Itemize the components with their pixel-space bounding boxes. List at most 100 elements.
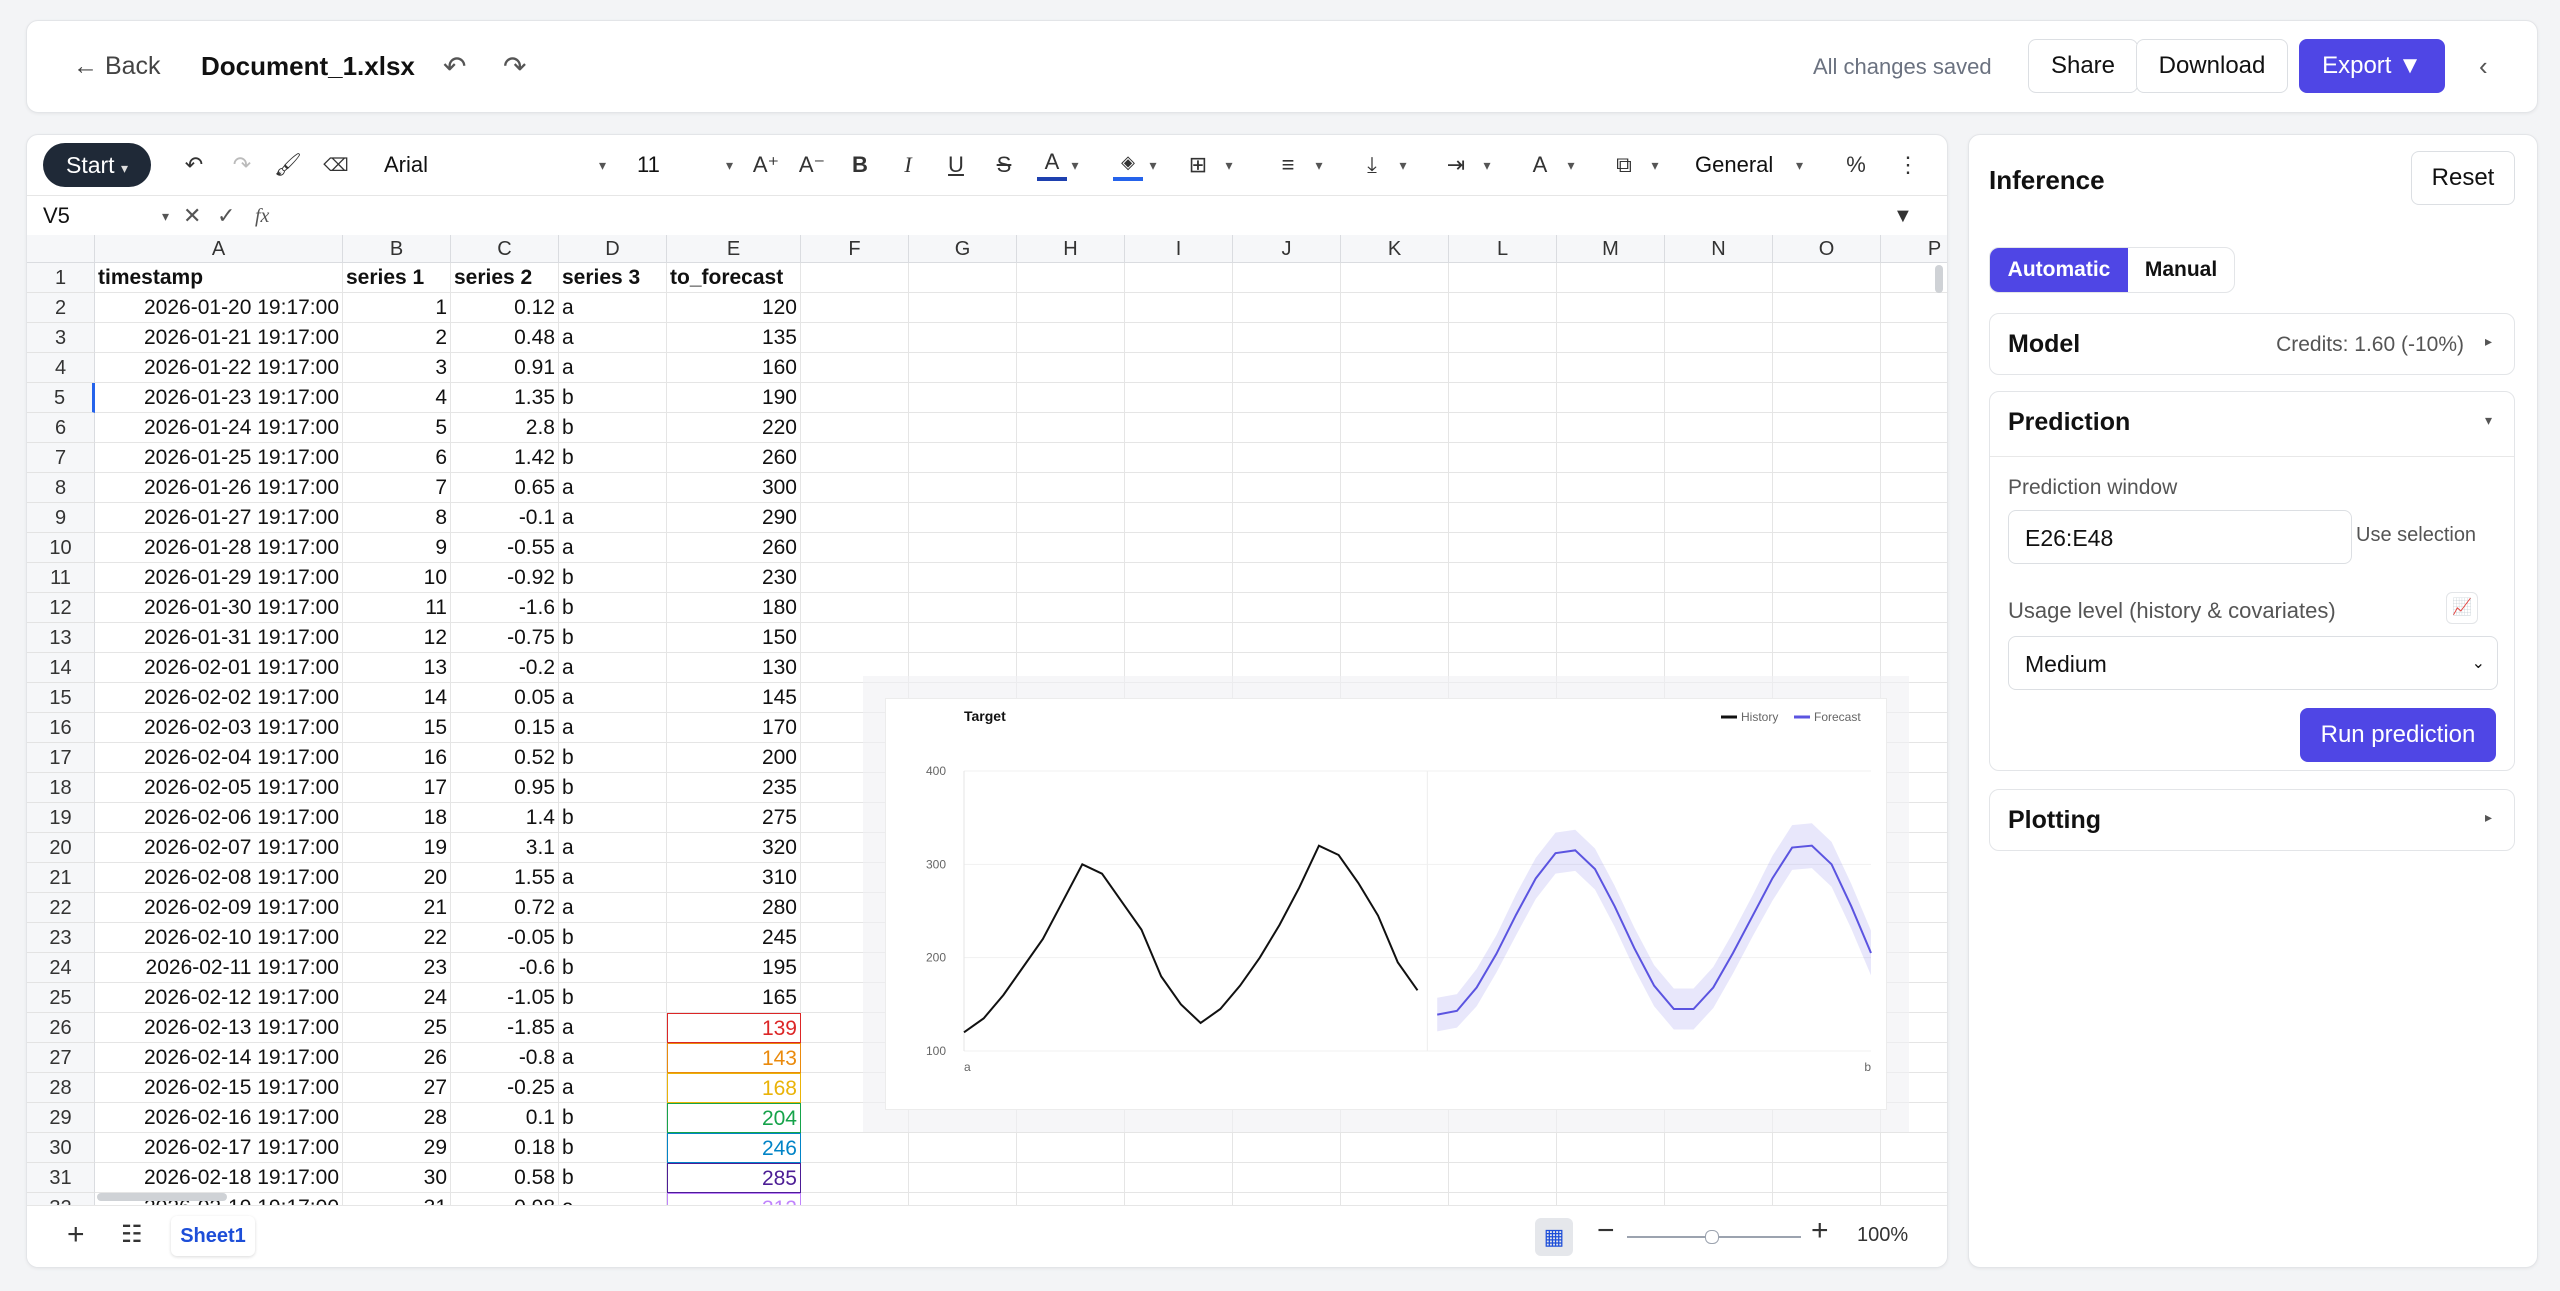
grid-cell[interactable]: 10 — [343, 563, 451, 593]
grid-cell[interactable] — [1557, 293, 1665, 323]
use-selection-button[interactable]: Use selection — [2356, 524, 2476, 547]
reset-button[interactable]: Reset — [2411, 151, 2515, 205]
grid-cell[interactable] — [1665, 323, 1773, 353]
merge-cells-icon[interactable]: ⧉ — [1607, 147, 1641, 183]
grid-cell[interactable]: 0.72 — [451, 893, 559, 923]
grid-cell[interactable]: 7 — [343, 473, 451, 503]
grid-cell[interactable]: 165 — [667, 983, 801, 1013]
grid-cell[interactable]: 230 — [667, 563, 801, 593]
grid-cell[interactable] — [1881, 593, 1947, 623]
grid-cell[interactable] — [909, 353, 1017, 383]
grid-cell[interactable]: a — [559, 473, 667, 503]
grid-cell[interactable] — [1773, 1133, 1881, 1163]
grid-cell[interactable] — [1773, 293, 1881, 323]
grid-cell[interactable] — [1557, 413, 1665, 443]
chevron-down-icon[interactable]: ▾ — [1563, 147, 1579, 183]
grid-cell[interactable]: 6 — [343, 443, 451, 473]
column-header[interactable]: H — [1017, 235, 1125, 263]
grid-cell[interactable] — [1665, 263, 1773, 293]
grid-cell[interactable]: 1 — [343, 293, 451, 323]
grid-cell[interactable]: 320 — [667, 833, 801, 863]
font-size-select[interactable]: 11 ▾ — [637, 147, 737, 183]
chevron-down-icon[interactable]: ▾ — [1221, 147, 1237, 183]
row-header[interactable]: 3 — [27, 323, 95, 353]
grid-cell[interactable]: -1.6 — [451, 593, 559, 623]
grid-cell[interactable] — [1449, 293, 1557, 323]
row-header[interactable]: 31 — [27, 1163, 95, 1193]
grid-cell[interactable] — [1665, 563, 1773, 593]
grid-cell[interactable]: 0.95 — [451, 773, 559, 803]
grid-cell[interactable] — [801, 293, 909, 323]
vertical-scrollbar[interactable] — [1935, 265, 1943, 293]
grid-cell[interactable]: 204 — [667, 1103, 801, 1133]
grid-cell[interactable] — [1881, 1043, 1947, 1073]
redo-icon[interactable]: ↷ — [225, 147, 259, 183]
grid-cell[interactable]: -1.05 — [451, 983, 559, 1013]
grid-cell[interactable] — [1449, 653, 1557, 683]
grid-cell[interactable] — [1233, 653, 1341, 683]
grid-cell[interactable] — [1773, 323, 1881, 353]
grid-cell[interactable] — [1233, 323, 1341, 353]
grid-cell[interactable] — [1881, 983, 1947, 1013]
grid-cell[interactable] — [1233, 1163, 1341, 1193]
grid-cell[interactable] — [1017, 503, 1125, 533]
collapse-panel-icon[interactable]: ‹ — [2479, 21, 2488, 112]
grid-cell[interactable] — [801, 383, 909, 413]
model-section[interactable]: Model Credits: 1.60 (-10%) ▸ — [1989, 313, 2515, 375]
grid-cell[interactable]: 1.35 — [451, 383, 559, 413]
grid-cell[interactable]: 11 — [343, 593, 451, 623]
grid-cell[interactable] — [1773, 473, 1881, 503]
grid-cell[interactable]: 170 — [667, 713, 801, 743]
grid-cell[interactable]: 143 — [667, 1043, 801, 1073]
grid-cell[interactable] — [1449, 563, 1557, 593]
grid-cell[interactable]: 2026-01-28 19:17:00 — [95, 533, 343, 563]
grid-cell[interactable] — [1017, 413, 1125, 443]
grid-cell[interactable] — [1449, 263, 1557, 293]
export-button[interactable]: Export ▼ — [2299, 39, 2445, 93]
grid-cell[interactable]: 2026-02-05 19:17:00 — [95, 773, 343, 803]
grid-cell[interactable]: series 2 — [451, 263, 559, 293]
grid-cell[interactable]: 2026-02-02 19:17:00 — [95, 683, 343, 713]
grid-cell[interactable]: b — [559, 1163, 667, 1193]
grid-cell[interactable]: 310 — [667, 863, 801, 893]
grid-cell[interactable]: 0.48 — [451, 323, 559, 353]
row-header[interactable]: 2 — [27, 293, 95, 323]
grid-cell[interactable]: 285 — [667, 1163, 801, 1193]
grid-cell[interactable]: 2026-01-25 19:17:00 — [95, 443, 343, 473]
grid-cell[interactable] — [1773, 413, 1881, 443]
grid-cell[interactable]: 150 — [667, 623, 801, 653]
text-rotate-icon[interactable]: A — [1523, 147, 1557, 183]
grid-cell[interactable]: 200 — [667, 743, 801, 773]
format-painter-icon[interactable]: 🖌 — [271, 147, 305, 183]
column-header[interactable]: N — [1665, 235, 1773, 263]
grid-cell[interactable] — [1881, 293, 1947, 323]
grid-cell[interactable] — [1449, 323, 1557, 353]
grid-cell[interactable] — [1665, 443, 1773, 473]
grid-cell[interactable] — [1665, 533, 1773, 563]
grid-cell[interactable]: 0.65 — [451, 473, 559, 503]
grid-cell[interactable] — [1125, 533, 1233, 563]
grid-cell[interactable]: 0.05 — [451, 683, 559, 713]
grid-cell[interactable]: 1.4 — [451, 803, 559, 833]
grid-cell[interactable] — [801, 323, 909, 353]
grid-cell[interactable] — [1125, 1193, 1233, 1205]
grid-cell[interactable] — [1017, 293, 1125, 323]
grid-cell[interactable] — [1773, 1193, 1881, 1205]
row-header[interactable]: 29 — [27, 1103, 95, 1133]
row-header[interactable]: 30 — [27, 1133, 95, 1163]
align-horizontal-icon[interactable]: ≡ — [1271, 147, 1305, 183]
grid-cell[interactable]: 190 — [667, 383, 801, 413]
grid-cell[interactable]: 30 — [343, 1163, 451, 1193]
start-menu-button[interactable]: Start ▾ — [43, 143, 151, 187]
grid-cell[interactable]: 2026-01-23 19:17:00 — [95, 383, 343, 413]
grid-cell[interactable]: 0.1 — [451, 1103, 559, 1133]
grid-cell[interactable]: b — [559, 743, 667, 773]
grid-cell[interactable]: 1.42 — [451, 443, 559, 473]
grid-cell[interactable] — [1341, 623, 1449, 653]
grid-cell[interactable]: b — [559, 953, 667, 983]
chevron-down-icon[interactable]: ▾ — [1311, 147, 1327, 183]
grid-cell[interactable]: 3 — [343, 353, 451, 383]
grid-cell[interactable] — [1881, 773, 1947, 803]
grid-cell[interactable] — [1449, 473, 1557, 503]
grid-cell[interactable]: 2026-02-17 19:17:00 — [95, 1133, 343, 1163]
